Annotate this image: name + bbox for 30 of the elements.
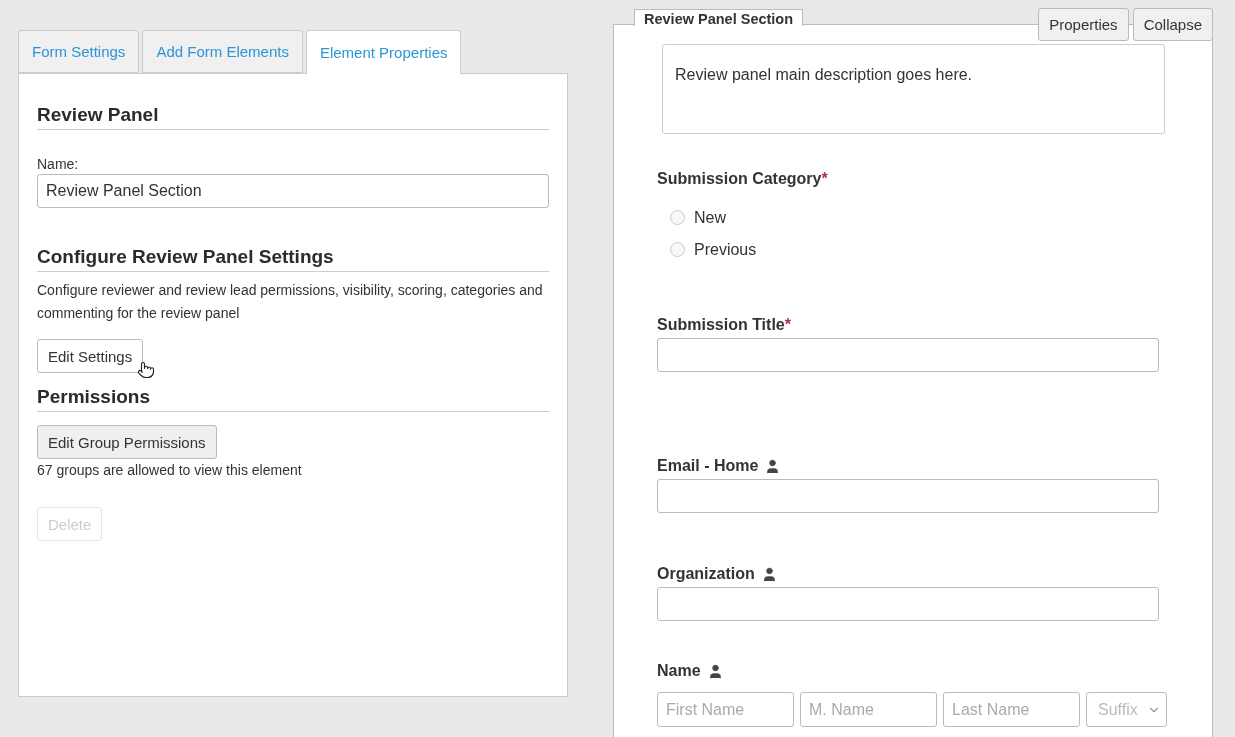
name-part-input[interactable]: First Name	[657, 692, 794, 727]
radio-button[interactable]	[670, 210, 685, 225]
radio-button[interactable]	[670, 242, 685, 257]
section-button[interactable]: Properties	[1038, 8, 1129, 41]
section-heading: Review Panel	[37, 104, 549, 130]
required-mark: *	[821, 170, 828, 188]
field-label: Name	[657, 662, 701, 680]
name-part-input[interactable]: Last Name	[943, 692, 1080, 727]
field-label: Email - Home	[657, 457, 759, 475]
section-button[interactable]: Collapse	[1132, 8, 1213, 41]
description-text: Configure reviewer and review lead permissions, visibility, scoring, categories and commenting for the review panel	[37, 281, 544, 323]
text-input[interactable]	[657, 479, 1159, 513]
text-input[interactable]	[657, 587, 1159, 621]
text-input[interactable]	[657, 338, 1159, 372]
edit-settings-button[interactable]: Edit Settings	[37, 339, 144, 373]
field-label: Name:	[37, 156, 80, 172]
required-mark: *	[784, 316, 791, 334]
field-label: Submission Category	[657, 170, 822, 188]
name-part-input[interactable]: M. Name	[800, 692, 937, 727]
edit-permissions-button[interactable]: Edit Group Permissions	[37, 425, 217, 459]
hand-cursor-icon	[137, 361, 155, 379]
permissions-note: 67 groups are allowed to view this element	[37, 461, 303, 480]
radio-option[interactable]: Previous	[670, 239, 1212, 260]
field-label: Organization	[657, 565, 755, 583]
field-label: Submission Title	[657, 316, 785, 334]
radio-option[interactable]: New	[670, 207, 1212, 228]
description-box: Review panel main description goes here.	[662, 44, 1165, 134]
section-heading: Permissions	[37, 386, 549, 412]
name-input[interactable]: Review Panel Section	[37, 174, 549, 208]
section-heading: Configure Review Panel Settings	[37, 246, 549, 272]
